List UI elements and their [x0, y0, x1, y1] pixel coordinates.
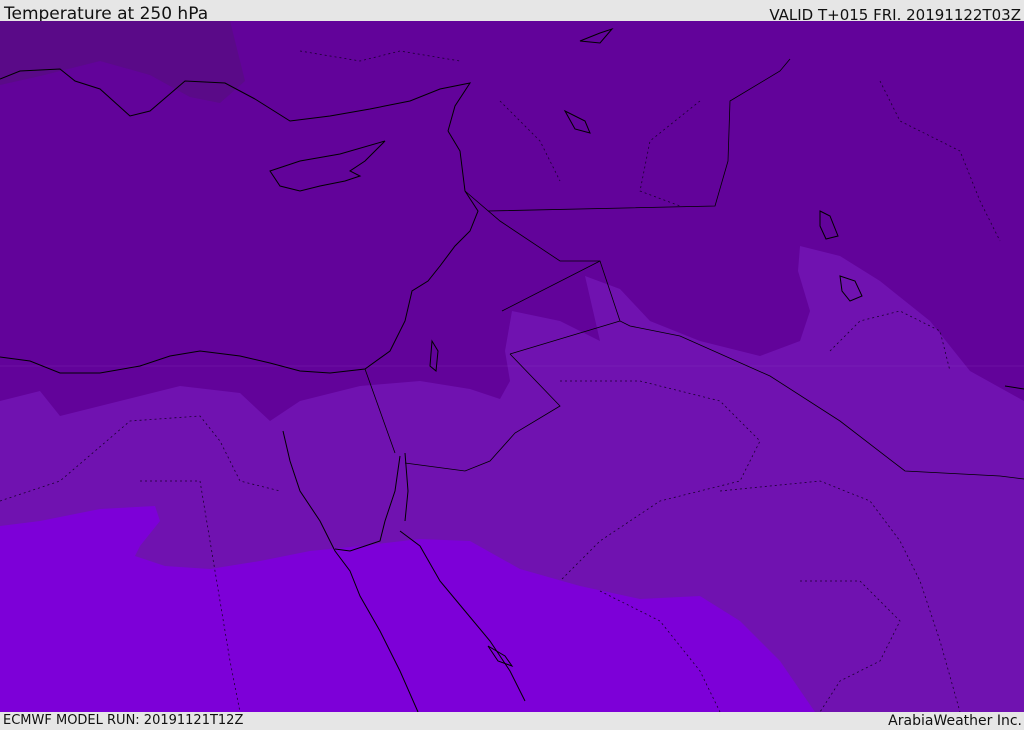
temperature-map[interactable] — [0, 21, 1024, 712]
footer-bar: ECMWF MODEL RUN: 20191121T12Z ArabiaWeat… — [0, 712, 1024, 729]
credit-label: ArabiaWeather Inc. — [888, 713, 1022, 729]
header-bar: Temperature at 250 hPa VALID T+015 FRI. … — [0, 0, 1024, 24]
map-canvas — [0, 21, 1024, 712]
model-run-label: ECMWF MODEL RUN: 20191121T12Z — [3, 713, 244, 728]
